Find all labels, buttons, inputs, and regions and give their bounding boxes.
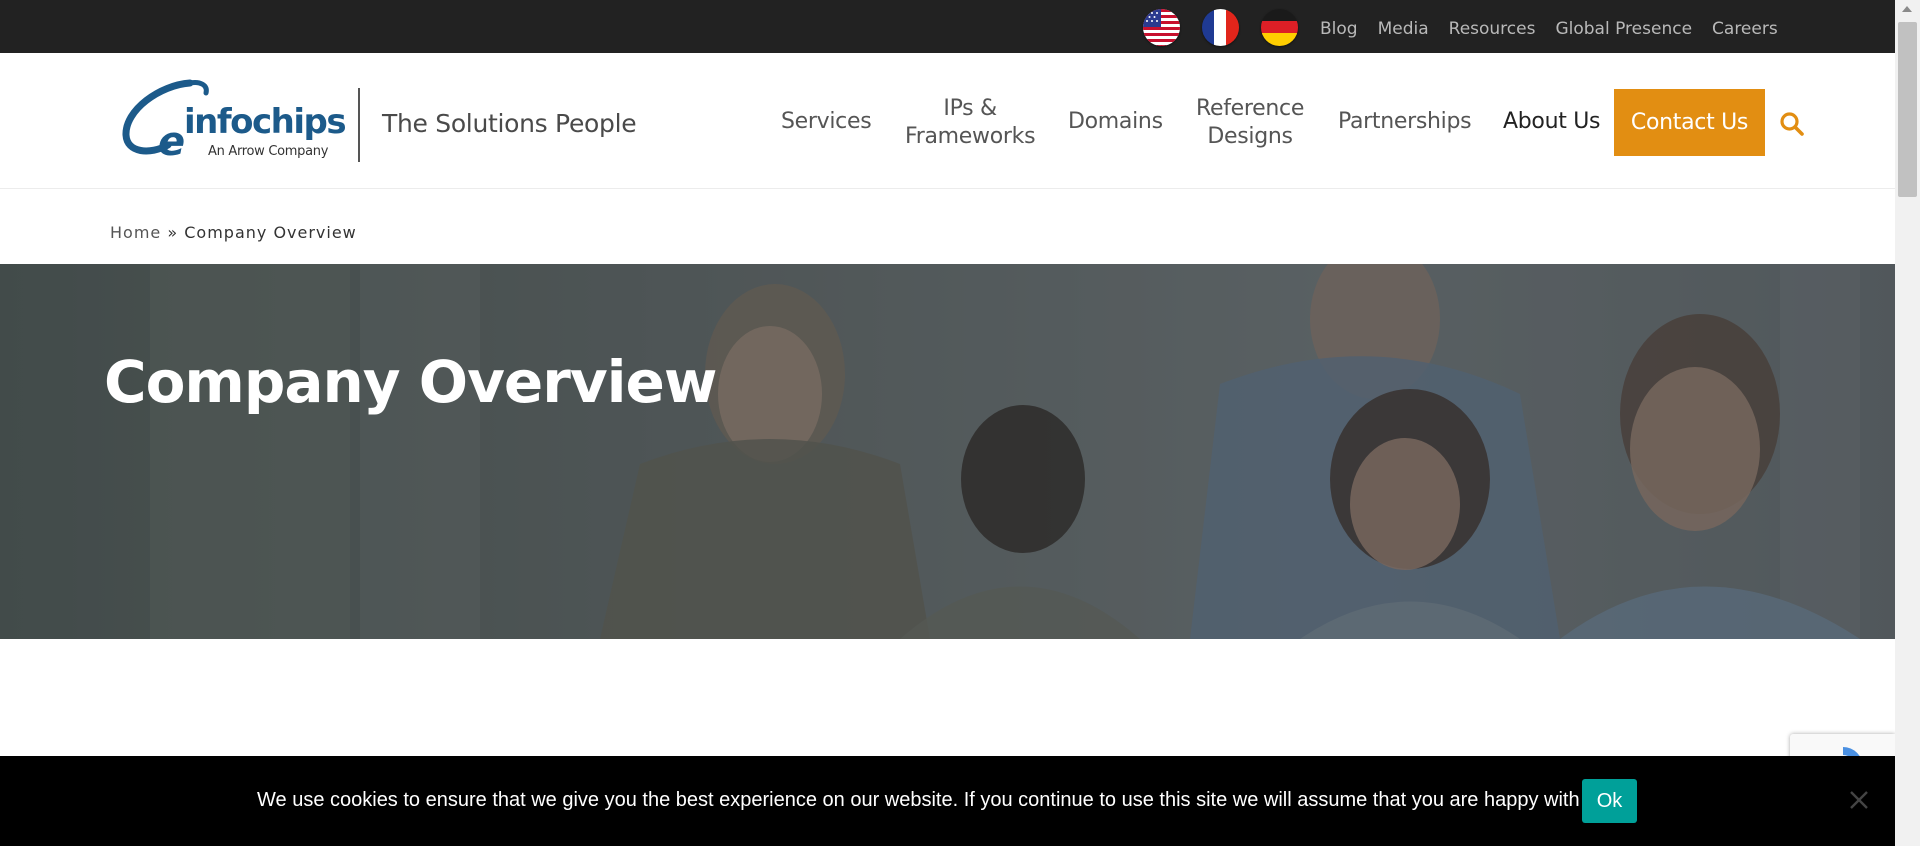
- nav-domains[interactable]: Domains: [1068, 108, 1163, 136]
- nav-reference-line2: Designs: [1207, 124, 1293, 149]
- top-link-careers[interactable]: Careers: [1712, 19, 1778, 39]
- nav-reference-designs[interactable]: Reference Designs: [1196, 95, 1304, 151]
- page-title: Company Overview: [104, 348, 717, 416]
- nav-ips-frameworks[interactable]: IPs & Frameworks: [905, 95, 1036, 151]
- cookie-message: We use cookies to ensure that we give yo…: [257, 789, 1601, 811]
- top-utility-bar: Blog Media Resources Global Presence Car…: [0, 0, 1895, 53]
- language-switcher: [1143, 9, 1298, 46]
- hero-banner: Company Overview: [0, 264, 1895, 639]
- nav-partnerships[interactable]: Partnerships: [1338, 108, 1472, 136]
- hero-overlay: [0, 264, 1895, 639]
- page-scrollbar[interactable]: [1895, 0, 1920, 846]
- svg-text:An Arrow Company: An Arrow Company: [208, 144, 329, 159]
- us-flag-icon[interactable]: [1143, 9, 1180, 46]
- top-link-media[interactable]: Media: [1378, 19, 1429, 39]
- tagline: The Solutions People: [382, 109, 637, 138]
- nav-about-us[interactable]: About Us: [1503, 108, 1601, 136]
- contact-us-button[interactable]: Contact Us: [1614, 89, 1765, 156]
- nav-services[interactable]: Services: [781, 108, 872, 136]
- einfochips-logo[interactable]: e infochips An Arrow Company: [120, 75, 350, 165]
- cookie-ok-button[interactable]: Ok: [1582, 779, 1637, 823]
- breadcrumb-separator: »: [167, 223, 179, 242]
- cookie-consent-bar: We use cookies to ensure that we give yo…: [0, 756, 1895, 846]
- scroll-up-arrow-icon[interactable]: [1902, 6, 1912, 12]
- breadcrumb-current: Company Overview: [184, 223, 357, 242]
- svg-text:e: e: [158, 119, 185, 165]
- close-icon[interactable]: [1848, 789, 1870, 811]
- top-links: Blog Media Resources Global Presence Car…: [1320, 19, 1798, 39]
- breadcrumb: Home » Company Overview: [110, 223, 357, 242]
- search-icon[interactable]: [1779, 111, 1805, 137]
- site-header: e infochips An Arrow Company The Solutio…: [0, 53, 1895, 189]
- logo-divider: [358, 88, 360, 162]
- scrollbar-thumb[interactable]: [1898, 22, 1917, 197]
- germany-flag-icon[interactable]: [1261, 9, 1298, 46]
- top-link-global-presence[interactable]: Global Presence: [1555, 19, 1692, 39]
- nav-ips-line2: Frameworks: [905, 124, 1036, 149]
- svg-text:infochips: infochips: [184, 102, 345, 142]
- nav-ips-line1: IPs &: [943, 96, 997, 121]
- nav-reference-line1: Reference: [1196, 96, 1305, 121]
- top-link-resources[interactable]: Resources: [1449, 19, 1536, 39]
- breadcrumb-home[interactable]: Home: [110, 223, 161, 242]
- france-flag-icon[interactable]: [1202, 9, 1239, 46]
- top-link-blog[interactable]: Blog: [1320, 19, 1358, 39]
